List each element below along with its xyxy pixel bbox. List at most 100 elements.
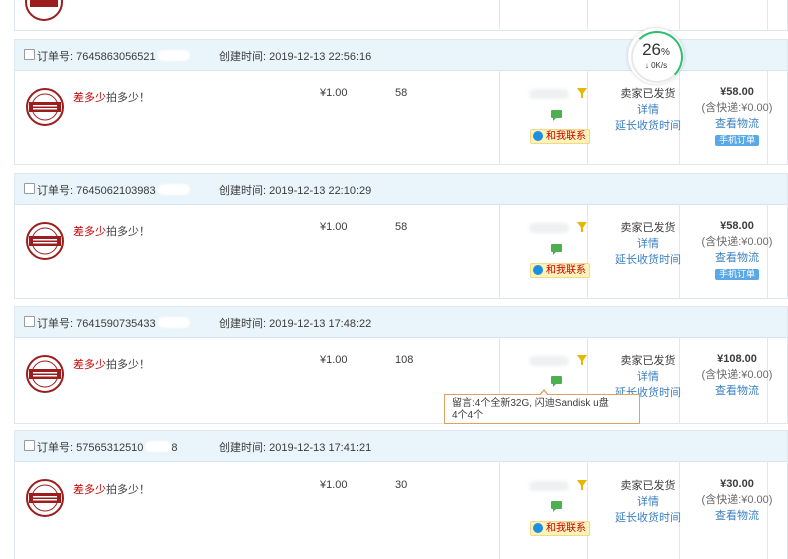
contact-button[interactable]: 和我联系 — [530, 521, 590, 536]
amount-column: ¥30.00 (含快递:¥0.00) 查看物流 — [695, 476, 779, 524]
funnel-icon[interactable] — [577, 480, 587, 490]
order-number: 订单号: 7645863056521 — [37, 48, 190, 64]
amount-column: ¥58.00 (含快递:¥0.00) 查看物流 手机订单 — [695, 84, 779, 148]
col-divider — [679, 0, 680, 30]
seal-icon[interactable] — [25, 221, 65, 261]
unit-price: ¥1.00 — [320, 87, 348, 99]
order-status: 卖家已发货 — [620, 88, 676, 100]
tooltip-line: 留言:4个全新32G, 闪迪Sandisk u盘 — [452, 398, 609, 409]
shipping-fee: (含快递:¥0.00) — [701, 494, 773, 506]
created-time: 创建时间: 2019-12-13 22:10:29 — [219, 185, 372, 197]
funnel-icon[interactable] — [577, 355, 587, 365]
mobile-order-badge: 手机订单 — [714, 269, 759, 280]
order-card: 订单号: 57565312510 8 创建时间: 2019-12-13 17:41… — [14, 430, 788, 559]
detail-link[interactable]: 详情 — [603, 102, 693, 118]
message-icon[interactable] — [551, 501, 562, 512]
col-divider — [587, 70, 588, 164]
col-divider — [587, 0, 588, 30]
order-number: 订单号: 7645062103983 — [37, 182, 190, 198]
detail-link[interactable]: 详情 — [603, 369, 693, 385]
buyer-name[interactable] — [529, 88, 587, 100]
col-divider — [587, 461, 588, 559]
buyer-name[interactable] — [529, 355, 587, 367]
order-card: 订单号: 7641590735433 创建时间: 2019-12-13 17:4… — [14, 306, 788, 424]
unit-price: ¥1.00 — [320, 479, 348, 491]
col-divider — [499, 461, 500, 559]
created-time: 创建时间: 2019-12-13 17:41:21 — [219, 442, 372, 454]
logistics-link[interactable]: 查看物流 — [695, 383, 779, 399]
extend-receipt-link[interactable]: 延长收货时间 — [603, 252, 693, 268]
amount-column: ¥58.00 (含快递:¥0.00) 查看物流 手机订单 — [695, 218, 779, 282]
order-header: 订单号: 7641590735433 创建时间: 2019-12-13 17:4… — [15, 307, 787, 338]
logistics-link[interactable]: 查看物流 — [695, 508, 779, 524]
status-column: 卖家已发货 详情 延长收货时间 — [603, 220, 693, 268]
logistics-link[interactable]: 查看物流 — [695, 250, 779, 266]
quantity: 58 — [395, 221, 408, 233]
product-title[interactable]: 差多少拍多少！ — [73, 356, 150, 372]
checkbox-icon[interactable] — [24, 183, 35, 194]
col-divider — [499, 0, 500, 30]
created-time: 创建时间: 2019-12-13 17:48:22 — [219, 318, 372, 330]
checkbox-icon[interactable] — [24, 49, 35, 60]
unit-price: ¥1.00 — [320, 354, 348, 366]
shipping-fee: (含快递:¥0.00) — [701, 102, 773, 114]
checkbox-icon[interactable] — [24, 316, 35, 327]
order-header: 订单号: 57565312510 8 创建时间: 2019-12-13 17:41… — [15, 431, 787, 462]
order-number: 订单号: 57565312510 8 — [37, 441, 178, 454]
order-status: 卖家已发货 — [620, 480, 676, 492]
contact-button[interactable]: 和我联系 — [530, 129, 590, 144]
buyer-message-tooltip: 留言:4个全新32G, 闪迪Sandisk u盘 4个4个 — [444, 389, 640, 424]
quantity: 30 — [395, 479, 408, 491]
product-title[interactable]: 差多少拍多少！ — [73, 223, 150, 239]
buyer-name[interactable] — [529, 480, 587, 492]
col-divider — [767, 0, 768, 30]
detail-link[interactable]: 详情 — [603, 494, 693, 510]
funnel-icon[interactable] — [577, 88, 587, 98]
message-icon[interactable] — [551, 110, 562, 121]
quantity: 108 — [395, 354, 414, 366]
detail-link[interactable]: 详情 — [603, 236, 693, 252]
extend-receipt-link[interactable]: 延长收货时间 — [603, 118, 693, 134]
seal-icon[interactable] — [25, 478, 65, 518]
order-number: 订单号: 7641590735433 — [37, 315, 190, 331]
total-price: ¥108.00 — [717, 353, 757, 365]
down-arrow-icon: ↓ — [644, 61, 649, 70]
mobile-order-badge: 手机订单 — [714, 135, 759, 146]
quantity: 58 — [395, 87, 408, 99]
order-header: 订单号: 7645062103983 创建时间: 2019-12-13 22:1… — [15, 174, 787, 205]
unit-price: ¥1.00 — [320, 221, 348, 233]
speed-widget[interactable]: 26% ↓ 0K/s — [628, 28, 684, 84]
status-column: 卖家已发货 详情 延长收货时间 — [603, 86, 693, 134]
speed-percent: 26% — [642, 40, 670, 59]
created-time: 创建时间: 2019-12-13 22:56:16 — [219, 51, 372, 63]
funnel-icon[interactable] — [577, 222, 587, 232]
buyer-name[interactable] — [529, 222, 587, 234]
logistics-link[interactable]: 查看物流 — [695, 116, 779, 132]
total-price: ¥58.00 — [720, 86, 754, 98]
order-status: 卖家已发货 — [620, 355, 676, 367]
order-card: 订单号: 7645062103983 创建时间: 2019-12-13 22:1… — [14, 173, 788, 299]
seal-icon — [25, 0, 63, 21]
extend-receipt-link[interactable]: 延长收货时间 — [603, 510, 693, 526]
status-column: 卖家已发货 详情 延长收货时间 — [603, 478, 693, 526]
product-title[interactable]: 差多少拍多少！ — [73, 89, 150, 105]
message-icon[interactable] — [551, 376, 562, 387]
order-card-previous — [14, 0, 788, 31]
col-divider — [499, 70, 500, 164]
amount-column: ¥108.00 (含快递:¥0.00) 查看物流 — [695, 351, 779, 399]
col-divider — [499, 204, 500, 298]
contact-button[interactable]: 和我联系 — [530, 263, 590, 278]
message-icon[interactable] — [551, 244, 562, 255]
seal-icon[interactable] — [25, 354, 65, 394]
shipping-fee: (含快递:¥0.00) — [701, 369, 773, 381]
checkbox-icon[interactable] — [24, 440, 35, 451]
contact-icon — [533, 131, 543, 141]
tooltip-line: 4个4个 — [452, 410, 484, 421]
total-price: ¥30.00 — [720, 478, 754, 490]
contact-icon — [533, 265, 543, 275]
col-divider — [587, 204, 588, 298]
product-title[interactable]: 差多少拍多少！ — [73, 481, 150, 497]
speed-rate: ↓ 0K/s — [644, 61, 668, 70]
seal-icon[interactable] — [25, 87, 65, 127]
total-price: ¥58.00 — [720, 220, 754, 232]
